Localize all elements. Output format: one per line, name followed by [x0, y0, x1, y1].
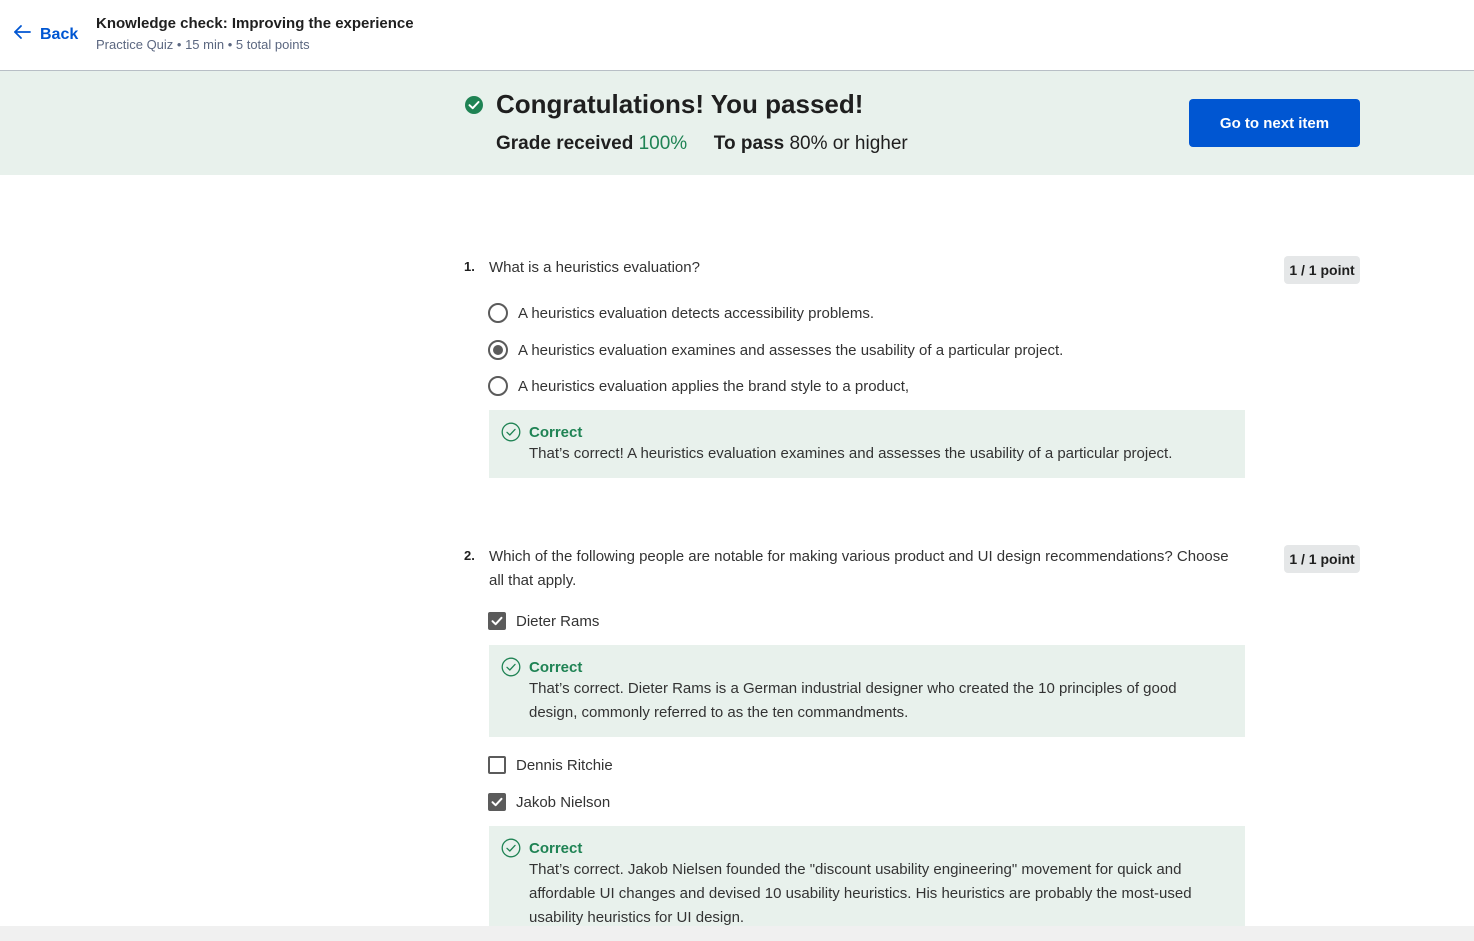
- points-badge: 1 / 1 point: [1284, 545, 1360, 573]
- answer-option[interactable]: Dennis Ritchie: [488, 756, 613, 774]
- feedback-title: Correct: [529, 840, 583, 857]
- quiz-meta: Practice Quiz • 15 min • 5 total points: [96, 37, 310, 52]
- option-label: A heuristics evaluation examines and ass…: [518, 341, 1064, 359]
- checkbox-checked[interactable]: [488, 793, 506, 811]
- checkbox-checked[interactable]: [488, 612, 506, 630]
- option-label: Dieter Rams: [516, 612, 600, 630]
- check-circle-outline-icon: [501, 838, 521, 858]
- answer-option[interactable]: A heuristics evaluation detects accessib…: [488, 303, 874, 323]
- feedback-text: That’s correct. Jakob Nielsen founded th…: [529, 861, 1192, 926]
- option-label: A heuristics evaluation applies the bran…: [518, 377, 910, 395]
- pass-label: To pass: [713, 133, 785, 154]
- grade-summary: Grade received 100% To pass 80% or highe…: [496, 133, 908, 155]
- answer-option[interactable]: Dieter Rams: [488, 612, 599, 630]
- question-text: What is a heuristics evaluation?: [489, 259, 700, 276]
- question-number: 2.: [464, 548, 475, 563]
- top-bar: Back Knowledge check: Improving the expe…: [0, 0, 1474, 71]
- question-number: 1.: [464, 259, 475, 274]
- page-title: Knowledge check: Improving the experienc…: [96, 15, 414, 32]
- check-circle-icon: [465, 96, 483, 114]
- feedback-box: Correct That’s correct. Dieter Rams is a…: [489, 645, 1245, 737]
- quiz-results-page: Back Knowledge check: Improving the expe…: [0, 0, 1474, 941]
- option-label: A heuristics evaluation detects accessib…: [518, 304, 875, 322]
- feedback-title: Correct: [529, 424, 583, 441]
- feedback-title: Correct: [529, 659, 583, 676]
- answer-option[interactable]: Jakob Nielson: [488, 793, 610, 811]
- check-circle-outline-icon: [501, 657, 521, 677]
- pass-value: 80% or higher: [789, 133, 908, 154]
- feedback-box: Correct That’s correct! A heuristics eva…: [489, 410, 1245, 478]
- checkmark-icon: [491, 797, 503, 807]
- answer-option[interactable]: A heuristics evaluation examines and ass…: [488, 340, 1063, 360]
- arrow-left-icon: [12, 22, 32, 47]
- result-heading: Congratulations! You passed!: [496, 89, 864, 119]
- answer-option[interactable]: A heuristics evaluation applies the bran…: [488, 376, 909, 396]
- back-button[interactable]: Back: [12, 22, 78, 47]
- horizontal-scrollbar-track[interactable]: [0, 926, 1474, 941]
- quiz-header: Knowledge check: Improving the experienc…: [96, 15, 414, 52]
- feedback-text: That’s correct! A heuristics evaluation …: [529, 445, 1173, 462]
- radio-button[interactable]: [488, 303, 508, 323]
- option-label: Jakob Nielson: [516, 793, 611, 811]
- feedback-box: Correct That’s correct. Jakob Nielsen fo…: [489, 826, 1245, 926]
- option-label: Dennis Ritchie: [516, 756, 613, 774]
- radio-button-selected[interactable]: [488, 340, 508, 360]
- points-badge: 1 / 1 point: [1284, 256, 1360, 284]
- checkmark-icon: [491, 616, 503, 626]
- next-item-button[interactable]: Go to next item: [1189, 99, 1360, 147]
- checkbox[interactable]: [488, 756, 506, 774]
- feedback-text: That’s correct. Dieter Rams is a German …: [529, 680, 1177, 721]
- check-circle-outline-icon: [501, 422, 521, 442]
- grade-value: 100%: [638, 133, 688, 154]
- radio-button[interactable]: [488, 376, 508, 396]
- back-label: Back: [40, 25, 79, 43]
- grade-label: Grade received: [496, 133, 634, 154]
- question-text: Which of the following people are notabl…: [489, 548, 1229, 589]
